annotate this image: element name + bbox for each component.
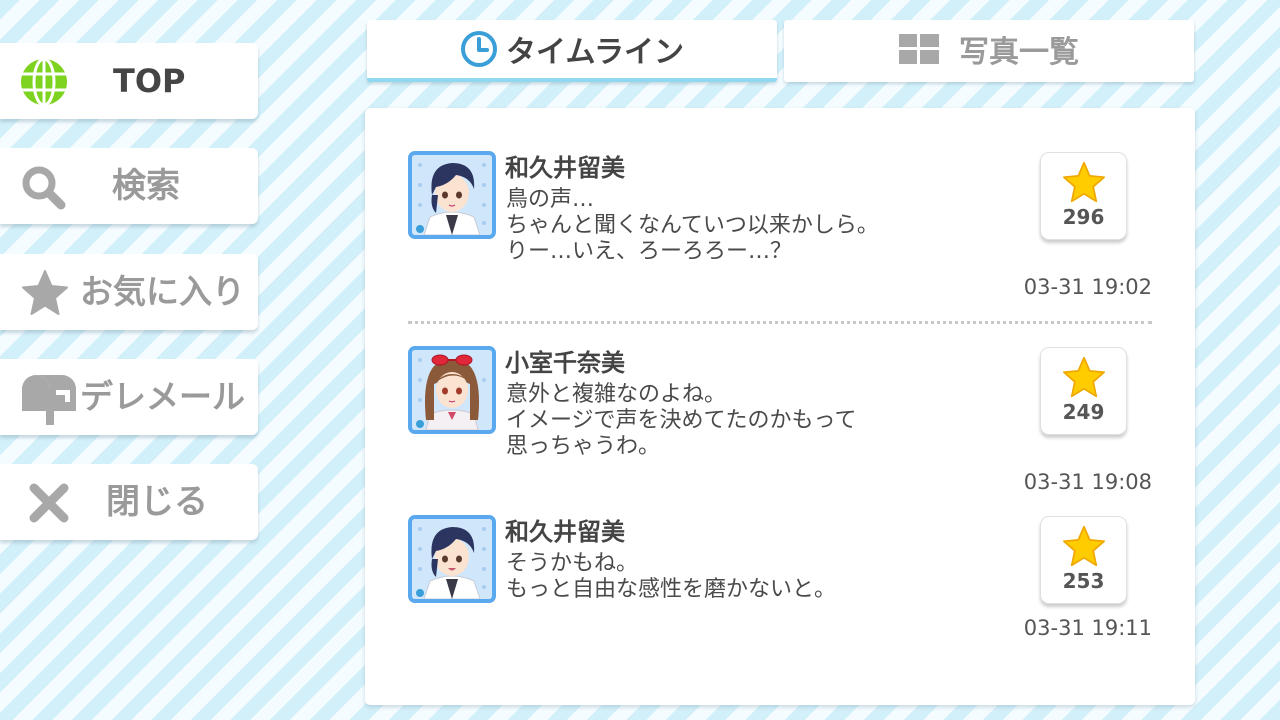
clock-icon: [460, 30, 498, 68]
tab-timeline[interactable]: タイムライン: [367, 20, 777, 82]
globe-icon: [19, 57, 69, 107]
close-icon: [28, 482, 78, 532]
like-button[interactable]: 296: [1040, 152, 1127, 240]
post-message: 意外と複雑なのよね。 イメージで声を決めてたのかもって 思っちゃうわ。: [506, 382, 856, 460]
sidebar-close-label: 閉じる: [106, 482, 208, 522]
sidebar-top-button[interactable]: TOP: [0, 43, 258, 119]
post-message-line: そうかもね。: [506, 551, 639, 576]
sidebar-mail-label: デレメール: [80, 377, 245, 416]
star-icon: [1062, 525, 1106, 571]
avatar[interactable]: [408, 515, 496, 603]
post-author: 小室千奈美: [505, 349, 625, 377]
like-count: 296: [1062, 205, 1105, 229]
star-icon: [20, 268, 70, 318]
grid-icon: [899, 34, 939, 64]
search-icon: [19, 162, 69, 212]
post-message-line: 意外と複雑なのよね。: [506, 382, 727, 407]
like-count: 249: [1062, 400, 1105, 424]
post-timestamp: 03-31 19:08: [1023, 470, 1152, 494]
avatar[interactable]: [408, 346, 496, 434]
post-message-line: りー…いえ、ろーろろー…？: [506, 239, 793, 264]
sidebar-search-button[interactable]: 検索: [0, 148, 258, 224]
post-divider: [408, 321, 1152, 324]
sidebar-top-label: TOP: [113, 62, 186, 100]
post-timestamp: 03-31 19:02: [1023, 275, 1152, 299]
sidebar-favorites-label: お気に入り: [80, 272, 245, 311]
sidebar-search-label: 検索: [112, 166, 180, 206]
timeline-panel: 和久井留美 鳥の声… ちゃんと聞くなんていつ以来かしら。 りー…いえ、ろーろろー…: [365, 108, 1195, 705]
sidebar-close-button[interactable]: 閉じる: [0, 464, 258, 540]
like-count: 253: [1062, 569, 1105, 593]
post-author: 和久井留美: [505, 518, 625, 546]
star-icon: [1062, 356, 1106, 402]
post-timestamp: 03-31 19:11: [1023, 616, 1152, 640]
tab-photos[interactable]: 写真一覧: [784, 20, 1194, 82]
mailbox-icon: [18, 373, 76, 425]
post-message-line: ちゃんと聞くなんていつ以来かしら。: [506, 213, 879, 238]
tab-photos-label: 写真一覧: [959, 35, 1079, 70]
sidebar-favorites-button[interactable]: お気に入り: [0, 254, 258, 330]
post-message-line: 思っちゃうわ。: [506, 434, 661, 459]
post-author: 和久井留美: [505, 154, 625, 182]
like-button[interactable]: 249: [1040, 347, 1127, 435]
post-message-line: イメージで声を決めてたのかもって: [506, 408, 857, 433]
avatar[interactable]: [408, 151, 496, 239]
star-icon: [1062, 161, 1106, 207]
sidebar-mail-button[interactable]: デレメール: [0, 359, 258, 435]
post-message: そうかもね。 もっと自由な感性を磨かないと。: [506, 551, 836, 603]
post-message: 鳥の声… ちゃんと聞くなんていつ以来かしら。 りー…いえ、ろーろろー…？: [506, 187, 879, 265]
post-message-line: 鳥の声…: [506, 187, 595, 212]
post-message-line: もっと自由な感性を磨かないと。: [506, 577, 837, 602]
tab-timeline-label: タイムライン: [506, 35, 684, 70]
like-button[interactable]: 253: [1040, 516, 1127, 604]
